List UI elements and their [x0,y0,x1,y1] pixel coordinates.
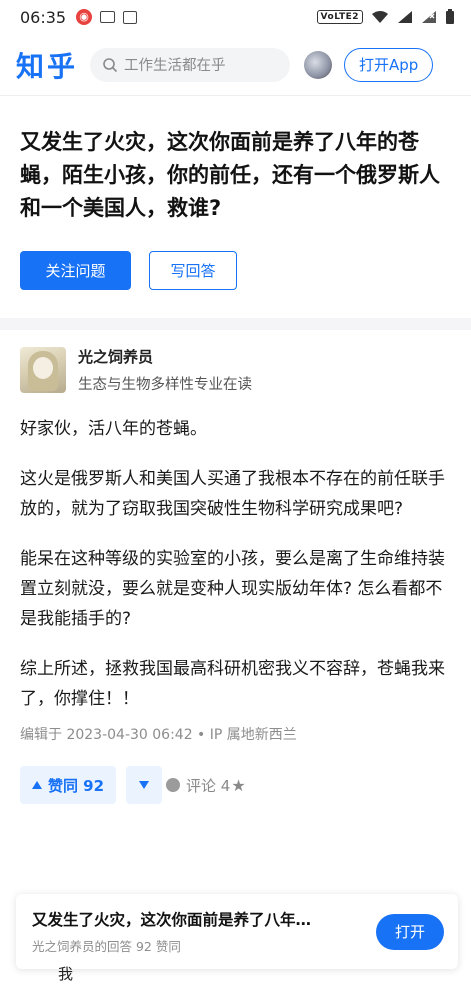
question-section: 又发生了火灾，这次你面前是养了八年的苍蝇，陌生小孩，你的前任，还有一个俄罗斯人和… [0,96,471,306]
comment-icon [166,778,180,792]
battery-icon [446,9,454,24]
header: 知乎 工作生活都在乎 打开App [0,34,471,96]
search-icon [103,57,118,72]
comment-button[interactable]: 评论 4 ★ [166,775,246,796]
answer-paragraph: 好家伙，活八年的苍蝇。 [20,419,207,439]
downvote-button[interactable] [126,766,162,804]
comment-label: 评论 4 [186,776,231,795]
author-info: 光之饲养员 生态与生物多样性专业在读 [78,346,252,394]
volte-badge: VoLTE2 [316,10,363,24]
wifi-icon [372,11,388,23]
upvote-arrow-icon [31,781,42,789]
card-subtitle: 光之饲养员的回答 92 赞同 [32,939,181,954]
answer-section: 光之饲养员 生态与生物多样性专业在读 好家伙，活八年的苍蝇。 这火是俄罗斯人和美… [0,330,471,804]
answer-paragraph: 这火是俄罗斯人和美国人买通了我根本不存在的前任联手放的，就为了窃取我国突破性生物… [20,469,445,519]
edit-meta: 编辑于 2023-04-30 06:42 • IP 属地新西兰 [20,727,297,743]
write-answer-button[interactable]: 写回答 [149,251,237,290]
weibo-icon: ◉ [76,9,93,25]
card-title: 又发生了火灾，这次你面前是养了八年… [32,911,312,929]
upvote-button[interactable]: 赞同 92 [20,766,116,804]
open-app-button[interactable]: 打开App [344,47,434,82]
author-description: 生态与生物多样性专业在读 [78,377,252,393]
mail-icon [100,11,116,23]
status-time: 06:35 [20,7,67,27]
upvote-label: 赞同 92 [47,776,105,795]
status-right: VoLTE2 [316,9,455,25]
answer-paragraph: 能呆在这种等级的实验室的小孩，要么是离了生命维持装置立刻就没，要么就是变种人现实… [20,549,445,629]
star-icon[interactable]: ★ [231,776,245,795]
card-open-button[interactable]: 打开 [376,913,444,950]
answer-actions: 赞同 92 评论 4 ★ [20,766,451,804]
calendar-icon [123,10,138,24]
author-avatar[interactable] [20,347,66,393]
signal-icon [398,11,412,23]
question-actions: 关注问题 写回答 [20,251,451,290]
answer-paragraph: 综上所述，拯救我国最高科研机密我义不容辞，苍蝇我来了，你撑住！！ [20,659,445,709]
page: 06:35 ◉ VoLTE2 知乎 工作生活都在乎 打开App 又发生了火灾，这… [0,0,471,999]
signal-off-icon [422,11,436,23]
user-avatar[interactable] [304,50,333,79]
search-input[interactable]: 工作生活都在乎 [90,47,291,82]
follow-question-button[interactable]: 关注问题 [20,251,131,290]
status-bar: 06:35 ◉ VoLTE2 [0,0,471,34]
truncated-text: 我 [58,965,74,983]
zhihu-logo[interactable]: 知乎 [16,45,78,85]
card-text: 又发生了火灾，这次你面前是养了八年… 光之饲养员的回答 92 赞同 [32,908,366,955]
open-in-app-card[interactable]: 又发生了火灾，这次你面前是养了八年… 光之饲养员的回答 92 赞同 打开 [16,894,458,969]
section-divider [0,318,471,330]
downvote-arrow-icon [139,781,149,789]
answer-body: 好家伙，活八年的苍蝇。 这火是俄罗斯人和美国人买通了我根本不存在的前任联手放的，… [20,414,451,714]
author-row[interactable]: 光之饲养员 生态与生物多样性专业在读 [20,346,451,394]
author-name[interactable]: 光之饲养员 [78,346,252,367]
question-title[interactable]: 又发生了火灾，这次你面前是养了八年的苍蝇，陌生小孩，你的前任，还有一个俄罗斯人和… [20,126,451,225]
search-placeholder: 工作生活都在乎 [124,58,226,74]
